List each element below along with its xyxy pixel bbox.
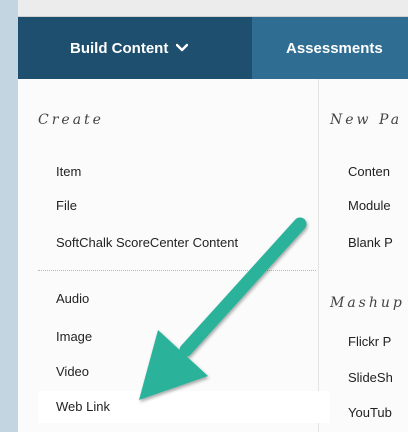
course-page-frame: Build Content Assessments Create Item Fi… — [18, 0, 408, 432]
action-bar: Build Content Assessments — [18, 17, 408, 79]
menu-item-item[interactable]: Item — [56, 164, 81, 179]
assessments-tab[interactable]: Assessments — [252, 17, 408, 79]
build-content-menu: Create Item File SoftChalk ScoreCenter C… — [18, 79, 408, 432]
menu-item-content[interactable]: Conten — [348, 164, 390, 179]
chevron-down-icon — [176, 40, 189, 57]
menu-item-softchalk[interactable]: SoftChalk ScoreCenter Content — [56, 235, 238, 250]
create-heading: Create — [38, 112, 104, 128]
menu-item-blank-page[interactable]: Blank P — [348, 235, 393, 250]
top-strip — [18, 0, 408, 17]
assessments-label: Assessments — [286, 39, 383, 57]
build-content-label: Build Content — [70, 39, 169, 57]
menu-item-file[interactable]: File — [56, 198, 77, 213]
new-page-heading: New Pa — [330, 112, 403, 128]
mashups-heading: Mashup — [330, 295, 405, 311]
menu-item-audio[interactable]: Audio — [56, 291, 89, 306]
menu-item-module[interactable]: Module — [348, 198, 391, 213]
menu-item-image[interactable]: Image — [56, 329, 92, 344]
column-divider — [318, 79, 319, 432]
menu-item-web-link[interactable]: Web Link — [38, 391, 330, 423]
menu-item-slideshare[interactable]: SlideSh — [348, 370, 393, 385]
menu-item-flickr[interactable]: Flickr P — [348, 334, 391, 349]
menu-item-video[interactable]: Video — [56, 364, 89, 379]
menu-separator — [38, 270, 316, 271]
web-link-label: Web Link — [56, 399, 110, 414]
build-content-tab[interactable]: Build Content — [18, 17, 252, 79]
menu-item-youtube[interactable]: YouTub — [348, 405, 392, 420]
